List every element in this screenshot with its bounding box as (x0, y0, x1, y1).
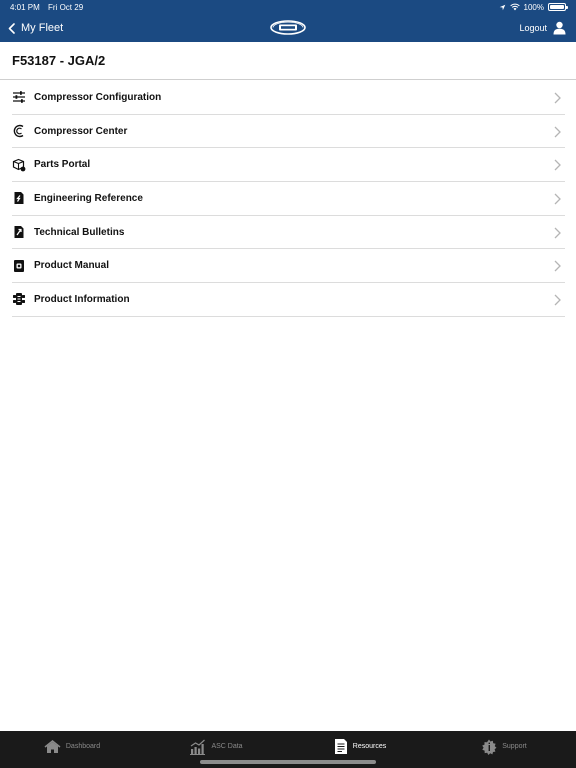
tab-label: Support (502, 743, 527, 750)
battery-icon (548, 3, 568, 11)
sliders-icon (12, 90, 26, 104)
location-icon (499, 4, 505, 10)
back-label: My Fleet (21, 22, 64, 34)
menu-item-label: Engineering Reference (34, 192, 143, 204)
page-title: F53187 - JGA/2 (12, 53, 106, 68)
chevron-right-icon (554, 227, 561, 239)
home-indicator[interactable] (200, 760, 376, 764)
page-header: F53187 - JGA/2 (0, 42, 576, 80)
menu-item-technical-bulletins[interactable]: Technical Bulletins (12, 216, 565, 250)
document-icon (334, 739, 347, 754)
product-info-icon (12, 292, 26, 306)
tab-label: ASC Data (211, 743, 243, 750)
chevron-right-icon (554, 260, 561, 272)
chevron-right-icon (554, 126, 561, 138)
tab-dashboard[interactable]: Dashboard (0, 731, 144, 768)
tab-support[interactable]: Support (432, 731, 576, 768)
home-icon (44, 739, 61, 753)
status-bar: 4:01 PM Fri Oct 29 100% (0, 0, 576, 14)
menu-item-label: Compressor Center (34, 125, 128, 137)
battery-percent: 100% (523, 2, 544, 12)
resource-menu: Compressor Configuration Compressor Cent… (12, 81, 565, 317)
menu-item-product-manual[interactable]: Product Manual (12, 249, 565, 284)
user-icon (553, 21, 566, 35)
menu-item-label: Parts Portal (34, 159, 91, 171)
menu-item-label: Compressor Configuration (34, 91, 162, 103)
wifi-icon (509, 3, 520, 11)
menu-item-label: Product Manual (34, 260, 110, 272)
box-icon (12, 158, 26, 172)
menu-item-compressor-configuration[interactable]: Compressor Configuration (12, 81, 565, 115)
bulletin-doc-icon (12, 225, 26, 239)
compressor-center-icon (12, 124, 26, 138)
status-date: Fri Oct 29 (48, 2, 84, 12)
chevron-right-icon (554, 159, 561, 171)
logout-button[interactable]: Logout (519, 21, 566, 35)
logout-label: Logout (519, 23, 547, 33)
menu-item-parts-portal[interactable]: Parts Portal (12, 148, 565, 183)
menu-item-product-information[interactable]: Product Information (12, 283, 565, 317)
tab-label: Dashboard (65, 743, 101, 750)
tab-label: Resources (352, 743, 387, 750)
chevron-right-icon (554, 92, 561, 104)
status-left: 4:01 PM Fri Oct 29 (10, 3, 89, 12)
menu-item-label: Technical Bulletins (34, 226, 125, 238)
back-button[interactable]: My Fleet (8, 22, 63, 34)
menu-item-engineering-reference[interactable]: Engineering Reference (12, 182, 565, 216)
nav-bar: My Fleet Logout (0, 14, 576, 42)
chevron-right-icon (554, 294, 561, 306)
brand-logo (270, 20, 306, 35)
status-right: 100% (499, 2, 568, 12)
menu-item-compressor-center[interactable]: Compressor Center (12, 115, 565, 149)
support-icon (482, 739, 497, 755)
chevron-left-icon (8, 22, 15, 34)
menu-item-label: Product Information (34, 293, 130, 305)
chevron-right-icon (554, 193, 561, 205)
chart-icon (190, 739, 206, 755)
manual-icon (12, 259, 26, 273)
status-time: 4:01 PM (10, 2, 40, 12)
engineering-doc-icon (12, 191, 26, 205)
